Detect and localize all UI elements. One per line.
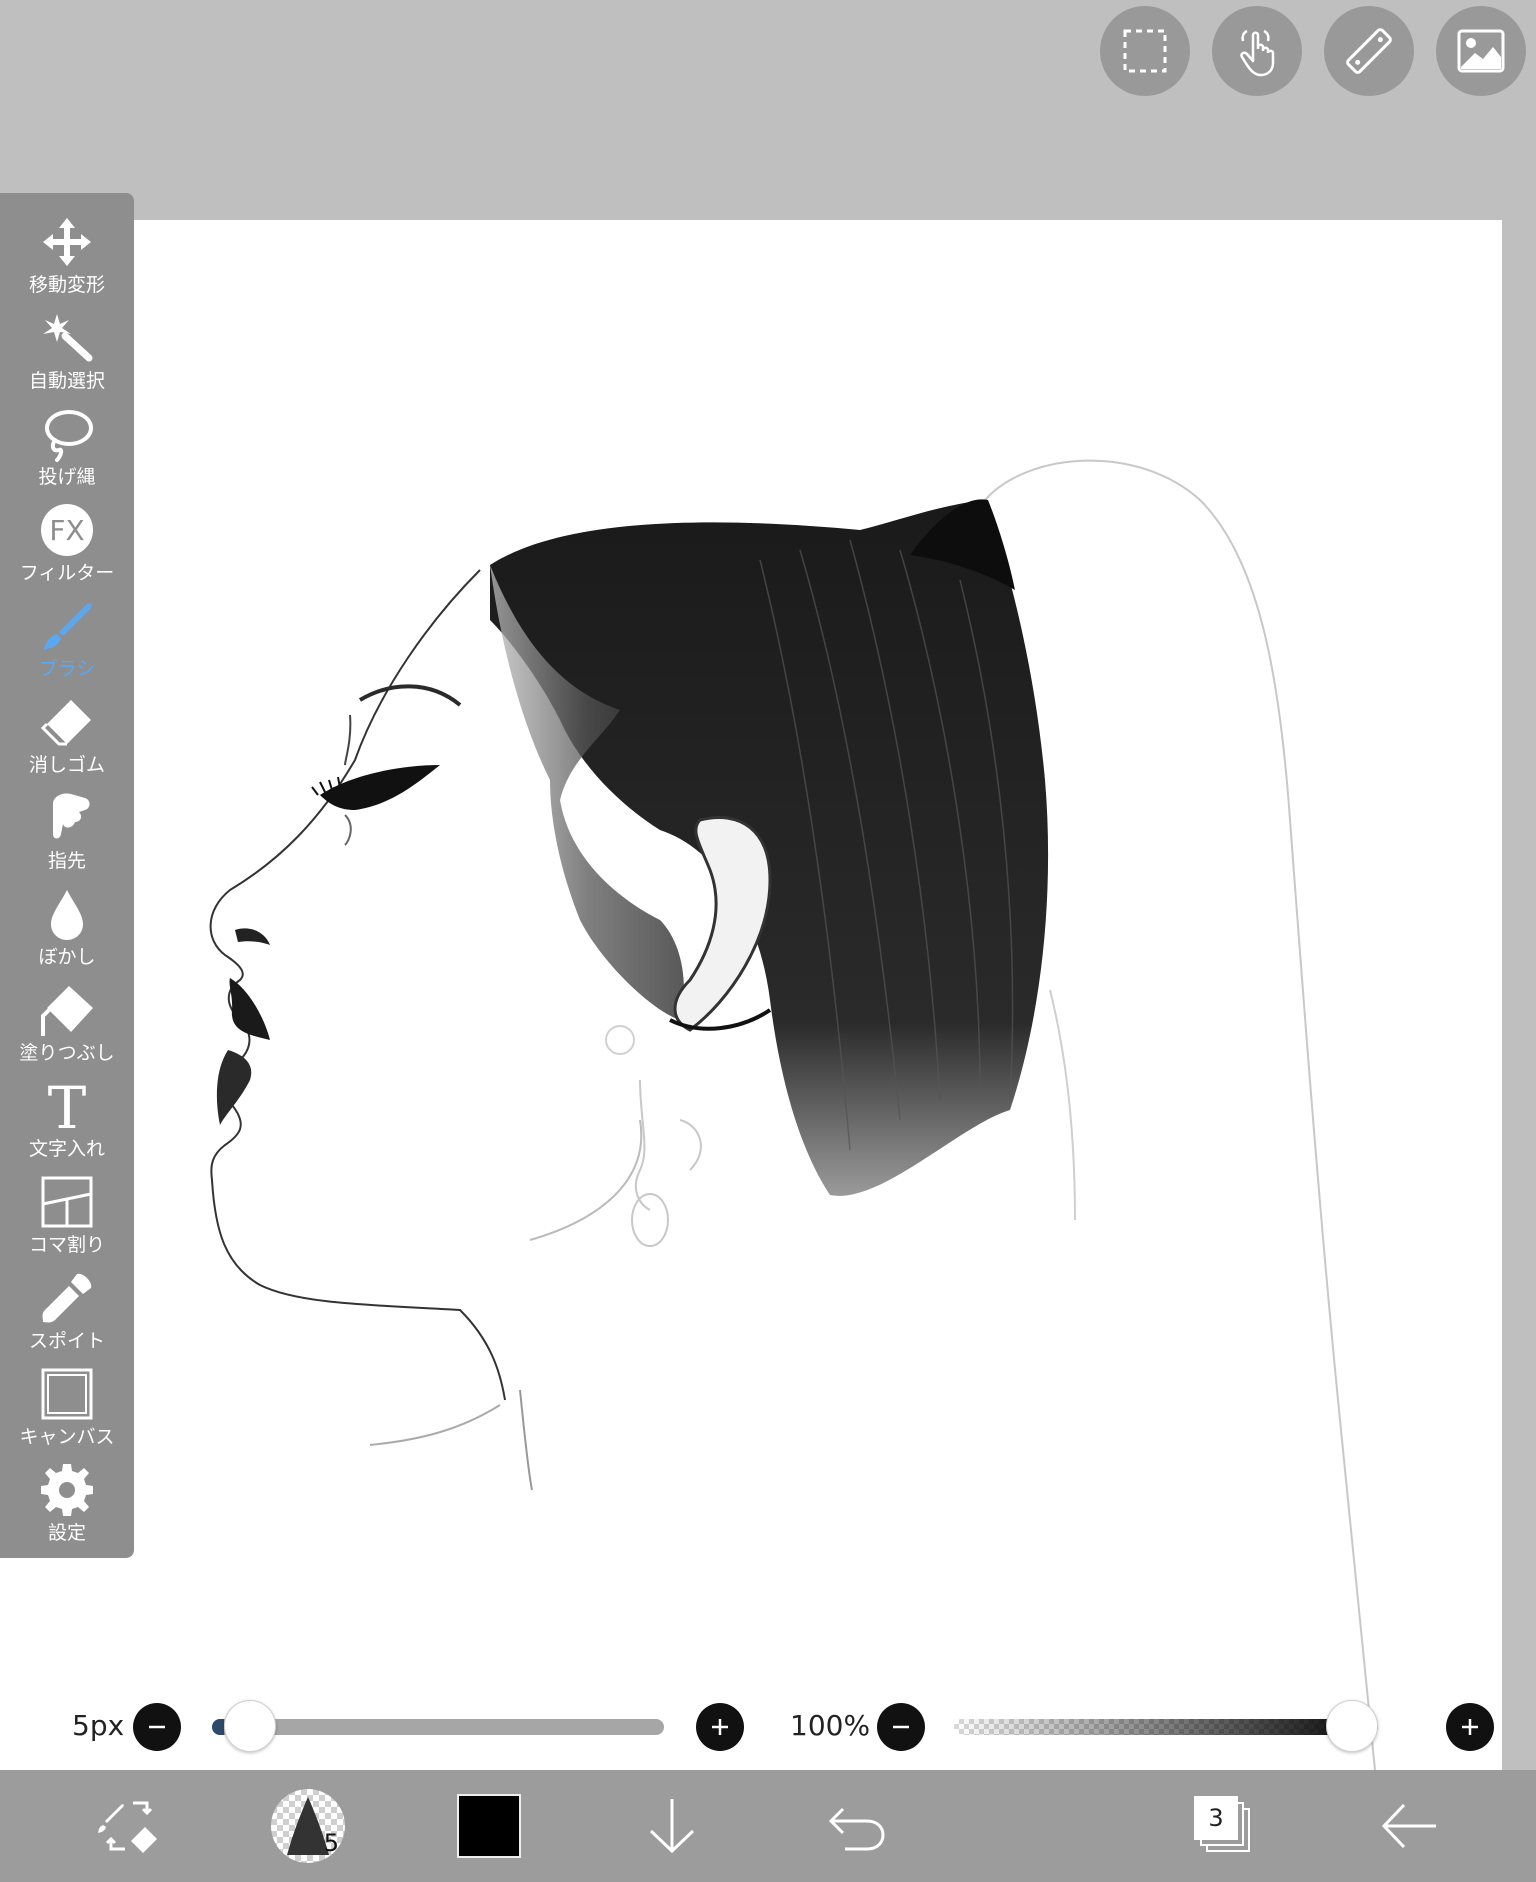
current-color-swatch: [457, 1794, 521, 1858]
tool-label: キャンバス: [19, 1426, 115, 1448]
brush-settings-bar: 5px 100%: [0, 1700, 1536, 1754]
brush-preview: 5: [271, 1789, 345, 1863]
tool-eraser[interactable]: 消しゴム: [0, 689, 134, 785]
selection-button[interactable]: [1100, 6, 1190, 96]
brush-eraser-swap-icon: [98, 1801, 157, 1853]
tool-label: 投げ縄: [38, 466, 96, 488]
tool-label: フィルター: [19, 562, 115, 584]
undo-button[interactable]: [818, 1784, 894, 1868]
canvas-margin: [1502, 220, 1536, 1770]
bottom-toolbar: 5 3: [0, 1770, 1536, 1882]
finger-icon: [53, 793, 90, 839]
brush-size-value: 5px: [72, 1709, 125, 1742]
material-image-icon: [1457, 29, 1505, 73]
tool-label: 消しゴム: [28, 754, 105, 776]
touch-gesture-icon: [1240, 29, 1275, 77]
brush-size-decrease-button[interactable]: [133, 1703, 181, 1751]
drawing-canvas[interactable]: [0, 220, 1502, 1770]
tool-auto-select[interactable]: 自動選択: [0, 305, 134, 401]
tool-frame-divider[interactable]: コマ割り: [0, 1169, 134, 1265]
ruler-icon: [1346, 28, 1392, 74]
tool-label: 文字入れ: [28, 1138, 105, 1160]
fill-bucket-icon: [41, 986, 93, 1036]
tool-text[interactable]: T 文字入れ: [0, 1073, 134, 1169]
arrow-down-icon: [649, 1799, 695, 1854]
lasso-icon: [45, 410, 93, 462]
tool-label: 自動選択: [28, 370, 105, 392]
move-arrows-icon: [43, 218, 91, 266]
tool-label: ブラシ: [38, 658, 96, 680]
tool-label: 指先: [47, 850, 86, 872]
layers-button[interactable]: 3: [1192, 1784, 1256, 1868]
brush-icon: [43, 603, 92, 650]
opacity-increase-button[interactable]: [1446, 1703, 1494, 1751]
tool-label: ぼかし: [38, 946, 96, 968]
tool-brush[interactable]: ブラシ: [0, 593, 134, 689]
back-button[interactable]: [1372, 1784, 1446, 1868]
minus-icon: [893, 1725, 909, 1729]
opacity-value: 100%: [790, 1709, 871, 1742]
artwork: [209, 459, 1376, 1770]
plus-icon: [712, 1719, 728, 1735]
brush-size-increase-button[interactable]: [696, 1703, 744, 1751]
tool-blur[interactable]: ぼかし: [0, 881, 134, 977]
magic-wand-icon: [43, 314, 93, 362]
tool-label: 塗りつぶし: [19, 1042, 115, 1064]
ruler-button[interactable]: [1324, 6, 1414, 96]
import-download-button[interactable]: [636, 1784, 708, 1868]
opacity-decrease-button[interactable]: [877, 1703, 925, 1751]
material-button[interactable]: [1436, 6, 1526, 96]
text-icon-glyph: T: [48, 1078, 87, 1134]
brush-type-button[interactable]: 5: [268, 1784, 348, 1868]
color-button[interactable]: [456, 1784, 522, 1868]
fx-icon-text: FX: [49, 514, 84, 547]
layers-icon: 3: [1194, 1796, 1254, 1856]
tool-palette: 移動変形 自動選択 投げ縄 FX フィルター ブラシ 消しゴム 指先 ぼかし 塗…: [0, 193, 134, 1558]
brush-size-badge: 5: [323, 1829, 339, 1857]
tool-fill[interactable]: 塗りつぶし: [0, 977, 134, 1073]
tool-label: 移動変形: [28, 274, 105, 296]
tool-settings[interactable]: 設定: [0, 1457, 134, 1553]
frame-divider-icon: [41, 1176, 93, 1228]
selection-rect-icon: [1123, 29, 1167, 73]
undo-icon: [828, 1807, 885, 1851]
tool-finger[interactable]: 指先: [0, 785, 134, 881]
brush-size-track[interactable]: [212, 1719, 664, 1735]
gear-icon: [41, 1464, 93, 1516]
layer-count: 3: [1194, 1796, 1238, 1840]
opacity-track[interactable]: [954, 1719, 1378, 1735]
text-t-icon: T: [48, 1078, 87, 1134]
eraser-icon: [40, 700, 91, 746]
tool-filter[interactable]: FX フィルター: [0, 497, 134, 593]
tool-label: スポイト: [28, 1330, 105, 1352]
minus-icon: [149, 1725, 165, 1729]
brush-eraser-switch-button[interactable]: [88, 1784, 172, 1868]
arrow-left-icon: [1381, 1803, 1436, 1849]
brush-size-thumb[interactable]: [224, 1700, 276, 1752]
tool-eyedropper[interactable]: スポイト: [0, 1265, 134, 1361]
tool-label: 設定: [47, 1522, 86, 1544]
fx-icon: FX: [41, 504, 93, 556]
eyedropper-icon: [42, 1273, 92, 1323]
touch-gesture-button[interactable]: [1212, 6, 1302, 96]
plus-icon: [1462, 1719, 1478, 1735]
tool-lasso[interactable]: 投げ縄: [0, 401, 134, 497]
blur-drop-icon: [51, 890, 83, 940]
tool-canvas[interactable]: キャンバス: [0, 1361, 134, 1457]
canvas-square-icon: [41, 1368, 93, 1420]
brush-size-fill: [212, 1719, 224, 1735]
opacity-thumb[interactable]: [1326, 1700, 1378, 1752]
tool-move-transform[interactable]: 移動変形: [0, 209, 134, 305]
tool-label: コマ割り: [28, 1234, 105, 1256]
